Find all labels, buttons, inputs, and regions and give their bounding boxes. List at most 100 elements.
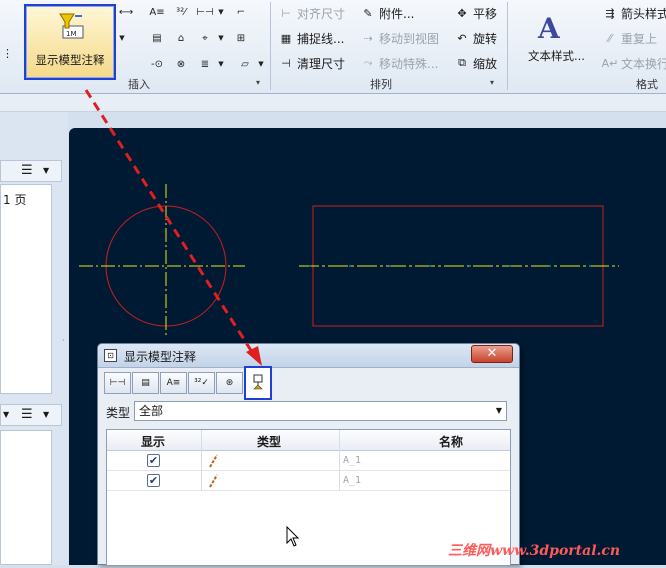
sheet-list-icon[interactable]: ☰ [21,163,33,178]
annotation-type-tabs: ⊢⊣ ▤ A≡ ³²✓ ⊛ [104,366,273,400]
table-header: 显示 类型 名称 [107,430,510,451]
datum-feature-icon[interactable]: ⊗ [172,56,190,72]
gtol-icon: ▤ [141,378,150,388]
ordinate-dimension-icon[interactable]: ⊢⊣ [196,4,214,20]
show-model-annotations-button[interactable]: 1M 显示模型注释 [24,4,116,80]
surface-finish-icon: ³²✓ [194,378,209,388]
region-icon[interactable]: ▱ [236,56,254,72]
show-checkbox[interactable]: ✔ [147,474,160,487]
chevron-down-icon[interactable]: ▼ [216,4,226,20]
scale-label: 缩放 [473,56,498,71]
pan-label: 平移 [473,6,498,21]
column-header-type[interactable]: 类型 [257,433,281,450]
repeat-format-label: 重复上 [621,31,658,46]
dimension-icon[interactable]: ⟷ [117,4,135,20]
arrange-group-label: 排列 [370,78,392,91]
table-row[interactable]: ✔ A_1 [107,451,510,471]
datum-type-icon [209,474,218,488]
chevron-down-icon[interactable]: ▼ [256,56,266,72]
arrange-group-launcher-icon[interactable]: ▾ [490,78,494,87]
tab-notes[interactable]: A≡ [160,372,187,394]
chevron-down-icon[interactable]: ▼ [496,402,502,420]
table-row[interactable]: ✔ A_1 [107,471,510,491]
symbol-icon[interactable]: ⌖ [196,30,214,46]
annotation-name: A_1 [343,475,362,486]
move-to-view-label: 移动到视图 [379,31,440,46]
sheet-item[interactable]: 1 页 [3,191,26,208]
move-to-view-tool[interactable]: ⇢ 移动到视图 [360,29,439,47]
column-header-name[interactable]: 名称 [439,433,463,450]
rectangle-view[interactable] [299,205,619,327]
tab-surface-finish[interactable]: ³²✓ [188,372,215,394]
rotate-tool[interactable]: ↶ 旋转 [454,29,497,47]
mouse-cursor-icon [286,526,300,547]
show-model-annotations-dialog: ⊡ 显示模型注释 ✕ ⊢⊣ ▤ A≡ ³²✓ ⊛ 类型 全部 ▼ 显示 类型 名… [97,343,520,566]
gtol-icon[interactable]: ▤ [148,30,166,46]
insert-group-label: 插入 [128,78,150,91]
tab-datums[interactable] [244,366,272,400]
surface-finish-icon[interactable]: ³²⁄ [172,4,190,20]
align-dimensions-label: 对齐尺寸 [297,6,346,21]
show-checkbox[interactable]: ✔ [147,454,160,467]
watermark: 三维网www.3dportal.cn [448,543,621,559]
arrow-style-tool[interactable]: ⇶ 箭头样式 [602,4,666,22]
close-button[interactable]: ✕ [471,345,513,363]
annotation-name: A_1 [343,455,362,466]
reference-line-icon[interactable]: ⌐ [232,4,250,20]
align-dimensions-tool[interactable]: ⊢ 对齐尺寸 [278,4,345,22]
move-special-tool[interactable]: ⤳ 移动特殊... [360,54,439,72]
text-style-button[interactable]: A 文本样式... [522,8,592,70]
balloon-icon[interactable]: -⊙ [148,56,166,72]
cleanup-dimensions-tool[interactable]: ⊣ 清理尺寸 [278,54,345,72]
datum-target-icon[interactable]: ⌂ [172,30,190,46]
chevron-down-icon[interactable]: ▼ [216,30,226,46]
dialog-title: 显示模型注释 [124,350,197,364]
circle-view[interactable] [79,184,245,338]
chevron-down-icon[interactable]: ▼ [3,410,9,419]
column-header-show[interactable]: 显示 [141,433,165,450]
cosmetic-icon[interactable]: ≣ [196,56,214,72]
note-icon[interactable]: A≡ [148,4,166,20]
chevron-down-icon[interactable]: ▼ [117,30,127,46]
ribbon-bottom-band [0,94,666,112]
insert-group-launcher-icon[interactable]: ▾ [256,78,260,87]
text-wrap-label: 文本换行 [621,56,666,71]
dialog-title-bar[interactable]: ⊡ 显示模型注释 ✕ [98,344,519,368]
attachment-tool[interactable]: ✎ 附件... [360,4,414,22]
datum-type-icon [209,454,218,468]
snap-line-label: 捕捉线... [297,31,345,46]
table-icon[interactable]: ⊞ [232,30,250,46]
tab-symbols[interactable]: ⊛ [216,372,243,394]
datum-feature-icon [253,374,263,390]
dialog-app-icon: ⊡ [104,349,117,362]
model-tree[interactable] [0,430,52,565]
arrow-style-icon: ⇶ [605,6,615,20]
rotate-label: 旋转 [473,31,498,46]
text-wrap-icon: A↵ [601,56,619,70]
snap-line-icon: ▦ [280,31,292,45]
snap-line-tool[interactable]: ▦ 捕捉线... [278,29,345,47]
scale-tool[interactable]: ⧉ 缩放 [454,54,497,72]
tab-gtol[interactable]: ▤ [132,372,159,394]
sheet-panel-toolbar: ☰ ▼ [0,160,62,182]
attachment-icon: ✎ [363,6,373,20]
attachment-label: 附件... [379,6,415,21]
datum-target-icon: ⊛ [225,378,234,388]
splitter-handle[interactable]: · [62,336,66,345]
tab-dimensions[interactable]: ⊢⊣ [104,372,131,394]
text-style-label: 文本样式... [528,49,585,63]
move-special-label: 移动特殊... [379,56,439,71]
tree-list-icon[interactable]: ☰ [21,407,33,422]
rotate-icon: ↶ [457,31,467,45]
type-select[interactable]: 全部 ▼ [134,401,507,421]
text-wrap-tool[interactable]: A↵ 文本换行 [602,54,666,72]
chevron-down-icon[interactable]: ▼ [43,410,49,419]
pan-tool[interactable]: ✥ 平移 [454,4,497,22]
repeat-last-format-tool[interactable]: ⁄⁄ 重复上 [602,29,657,47]
move-icon: ✥ [457,6,467,20]
repeat-format-icon: ⁄⁄ [608,31,612,45]
chevron-down-icon[interactable]: ▼ [216,56,226,72]
sheet-list[interactable]: 1 页 [0,184,52,394]
show-model-annotations-label: 显示模型注释 [35,53,105,67]
chevron-down-icon[interactable]: ▼ [43,166,49,175]
